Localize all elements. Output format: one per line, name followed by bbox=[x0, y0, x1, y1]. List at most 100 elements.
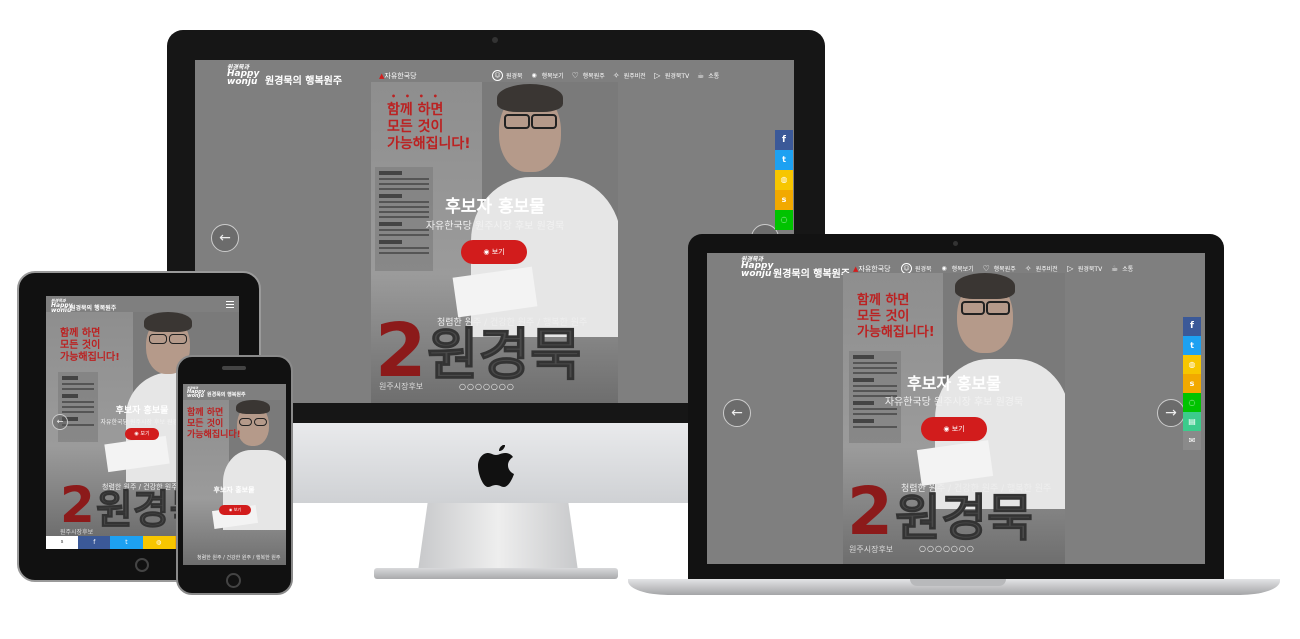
eye-icon: ◉ bbox=[134, 431, 139, 437]
party-logo: ▲자유한국당 bbox=[379, 71, 417, 81]
menu-item-label: 원경묵 bbox=[506, 73, 523, 80]
slide-pager[interactable]: ○○○○○○○ bbox=[459, 382, 515, 391]
menu-item-tv[interactable]: ▷ 원경묵TV bbox=[1066, 263, 1102, 274]
iphone-home-button bbox=[226, 573, 241, 588]
candidate-role: 원주시장후보 bbox=[379, 382, 424, 391]
heart-icon: ♡ bbox=[982, 264, 990, 273]
coffee-cup-icon: ☕ bbox=[1111, 264, 1119, 273]
kakaotalk-icon[interactable]: ◍ bbox=[142, 536, 175, 549]
hero-title: 후보자 홍보물 bbox=[907, 374, 1001, 393]
menu-item-profile[interactable]: ☺ 원경묵 bbox=[492, 70, 523, 81]
imac-stand-neck bbox=[418, 503, 578, 571]
kakaotalk-icon[interactable]: ◍ bbox=[1183, 355, 1201, 374]
site-title[interactable]: 원경묵의 행복원주 bbox=[70, 303, 116, 312]
slide-pager[interactable]: ○○○○○○○ bbox=[919, 544, 975, 553]
site-logo[interactable]: 원경묵과 Happy wonju bbox=[187, 387, 205, 399]
menu-item-label: 행복보기 bbox=[541, 73, 564, 80]
main-menu: ☺ 원경묵 ◉ 행복보기 ♡ 행복원주 ✧ 원주비전 ▷ 원경묵TV ☕ 소통 bbox=[492, 70, 719, 81]
candidate-number: 2 bbox=[847, 473, 893, 550]
menu-item-happy-view[interactable]: ◉ 행복보기 bbox=[530, 70, 564, 81]
slogan-dots: • • • • bbox=[391, 92, 441, 101]
facebook-icon[interactable]: f bbox=[1183, 317, 1201, 336]
hero-title: 후보자 홍보물 bbox=[213, 486, 255, 494]
candidate-role: 원주시장후보 bbox=[849, 545, 894, 554]
eye-icon: ◉ bbox=[943, 425, 950, 433]
view-button[interactable]: ◉ 보기 bbox=[461, 240, 527, 264]
site-logo[interactable]: 원경묵과 Happy wonju bbox=[741, 256, 773, 279]
heart-icon: ♡ bbox=[571, 71, 579, 80]
menu-item-tv[interactable]: ▷ 원경묵TV bbox=[653, 70, 689, 81]
kakaotalk-icon[interactable]: ◍ bbox=[775, 170, 793, 190]
menu-item-vision[interactable]: ✧ 원주비전 bbox=[612, 70, 646, 81]
candidate-glasses bbox=[504, 114, 530, 129]
play-icon: ▷ bbox=[654, 71, 661, 80]
eye-icon: ◉ bbox=[941, 265, 947, 272]
prev-slide-button[interactable]: ← bbox=[52, 414, 68, 430]
sms-icon[interactable]: ▤ bbox=[1183, 412, 1201, 431]
twitter-icon[interactable]: t bbox=[775, 150, 793, 170]
candidate-role: 원주시장후보 bbox=[60, 529, 94, 536]
candidate-number: 2 bbox=[60, 476, 95, 534]
menu-item-label: 원경묵TV bbox=[664, 73, 690, 80]
twitter-icon[interactable]: t bbox=[110, 536, 143, 549]
imac-camera bbox=[492, 37, 498, 43]
imac-stand-foot bbox=[374, 568, 618, 579]
candidate-number: 2 bbox=[375, 308, 427, 394]
candidate-name: 원경묵 bbox=[895, 489, 1034, 547]
site-logo[interactable]: 원경묵과 Happy wonju bbox=[227, 64, 259, 88]
email-icon[interactable]: ✉ bbox=[1183, 431, 1201, 450]
play-icon: ▷ bbox=[1067, 264, 1074, 273]
menu-item-contact[interactable]: ☕ 소통 bbox=[696, 70, 719, 81]
macbook-camera bbox=[953, 241, 958, 246]
coffee-cup-icon: ☕ bbox=[697, 71, 705, 80]
logo-bottom: wonju bbox=[227, 77, 258, 88]
eye-icon: ◉ bbox=[531, 72, 537, 79]
site-title[interactable]: 원경묵의 행복원주 bbox=[773, 265, 850, 280]
sub-slogan: 청렴한 원주 / 건강한 원주 / 행복한 원주 bbox=[197, 555, 281, 561]
magic-wand-icon: ✧ bbox=[1024, 264, 1032, 273]
menu-toggle-icon[interactable] bbox=[226, 301, 234, 310]
facebook-icon[interactable]: f bbox=[775, 130, 793, 150]
magic-wand-icon: ✧ bbox=[612, 71, 620, 80]
candidate-name: 원경묵 bbox=[427, 323, 583, 388]
line-icon[interactable]: ◌ bbox=[1183, 393, 1201, 412]
menu-item-contact[interactable]: ☕ 소통 bbox=[1110, 263, 1133, 274]
share-bar: f t ◍ s ◌ bbox=[775, 130, 793, 230]
site-title[interactable]: 원경묵의 행복원주 bbox=[207, 391, 246, 398]
menu-item-label: 행복원주 bbox=[582, 73, 605, 80]
site-title[interactable]: 원경묵의 행복원주 bbox=[265, 72, 342, 87]
hero-slogan: 함께 하면 모든 것이 가능해집니다! bbox=[187, 408, 241, 440]
macbook-opening-notch bbox=[910, 579, 1006, 586]
share-bar: f t ◍ s ◌ ▤ ✉ bbox=[1183, 317, 1201, 450]
iphone-screen: 원경묵과 Happy wonju 원경묵의 행복원주 함께 하면 모든 것이 가… bbox=[183, 384, 286, 565]
smile-icon: ☺ bbox=[492, 70, 503, 81]
hero-banner: 함께 하면 모든 것이 가능해집니다! 청렴한 원주 / 건강한 원주 / 행복… bbox=[183, 400, 286, 565]
hero-subtitle: 자유한국당 원주시장 후보 원경묵 bbox=[425, 221, 565, 232]
view-button[interactable]: ◉ 보기 bbox=[125, 428, 159, 440]
facebook-icon[interactable]: f bbox=[78, 536, 111, 549]
iphone-speaker bbox=[222, 366, 246, 370]
kakaostory-icon[interactable]: s bbox=[1183, 374, 1201, 393]
kakaostory-icon[interactable]: s bbox=[775, 190, 793, 210]
hero-title: 후보자 홍보물 bbox=[445, 197, 545, 217]
macbook-screen: 원경묵과 Happy wonju 원경묵의 행복원주 ▲자유한국당 ☺ 원경묵 ◉… bbox=[707, 253, 1205, 564]
menu-item-label: 소통 bbox=[708, 73, 720, 80]
menu-item-happy-wonju[interactable]: ♡ 행복원주 bbox=[571, 70, 605, 81]
eye-icon: ◉ bbox=[228, 507, 233, 512]
twitter-icon[interactable]: t bbox=[1183, 336, 1201, 355]
hero-slogan: 함께 하면 모든 것이 가능해집니다! bbox=[387, 102, 471, 153]
hero-slogan: 함께 하면 모든 것이 가능해집니다! bbox=[857, 293, 935, 340]
next-slide-button[interactable]: → bbox=[1157, 399, 1185, 427]
prev-slide-button[interactable]: ← bbox=[211, 224, 239, 252]
view-button[interactable]: ◉ 보기 bbox=[921, 417, 987, 441]
hero-subtitle: 자유한국당 원주시장 후보 원경묵 bbox=[884, 397, 1024, 408]
apple-logo-icon bbox=[478, 445, 514, 487]
hero-slogan: 함께 하면 모든 것이 가능해집니다! bbox=[60, 328, 120, 364]
kakaostory-icon[interactable]: s bbox=[46, 536, 79, 549]
prev-slide-button[interactable]: ← bbox=[723, 399, 751, 427]
ipad-home-button bbox=[135, 558, 149, 572]
menu-item-label: 원주비전 bbox=[623, 73, 646, 80]
view-button[interactable]: ◉ 보기 bbox=[219, 505, 251, 515]
party-name: 자유한국당 bbox=[384, 72, 417, 80]
line-icon[interactable]: ◌ bbox=[775, 210, 793, 230]
